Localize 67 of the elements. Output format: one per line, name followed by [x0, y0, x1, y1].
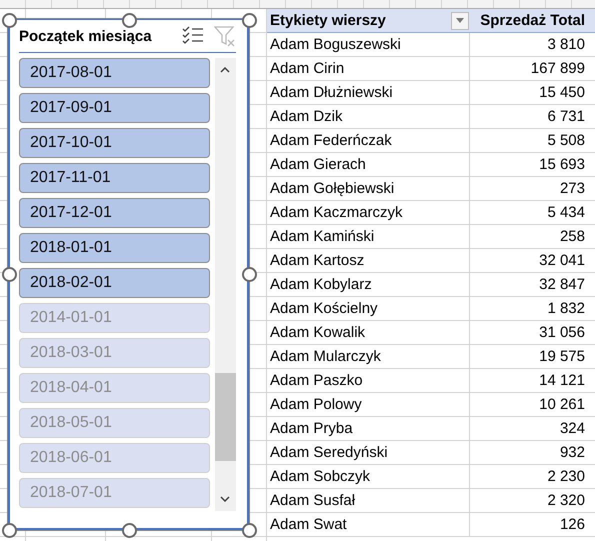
table-cell: 32 847: [539, 276, 585, 293]
slicer-item[interactable]: 2017-12-01: [19, 198, 210, 228]
table-cell: Adam Kamiński: [270, 228, 374, 245]
slicer-item[interactable]: 2018-01-01: [19, 233, 210, 263]
table-cell: Adam Cirin: [270, 60, 344, 77]
resize-handle[interactable]: [122, 13, 137, 28]
table-cell: Adam Kościelny: [270, 300, 378, 317]
scrollbar-thumb[interactable]: [215, 373, 236, 461]
resize-handle[interactable]: [2, 13, 17, 28]
table-cell: Adam Gierach: [270, 156, 366, 173]
table-cell: 126: [560, 516, 585, 533]
table-cell: Adam Federńczak: [270, 132, 392, 149]
table-cell: Adam Kobylarz: [270, 276, 372, 293]
multi-select-icon[interactable]: [182, 26, 204, 46]
table-cell: 15 450: [539, 84, 585, 101]
filter-dropdown-button[interactable]: [451, 12, 469, 30]
table-cell: 6 731: [547, 108, 585, 125]
table-cell: 932: [560, 444, 585, 461]
column-header: Sprzedaż Total: [479, 11, 586, 31]
resize-handle[interactable]: [2, 267, 17, 282]
resize-handle[interactable]: [242, 13, 257, 28]
table-cell: Adam Seredyński: [270, 444, 388, 461]
table-cell: 31 056: [539, 324, 585, 341]
table-cell: Adam Kowalik: [270, 324, 366, 341]
table-cell: 2 230: [547, 468, 585, 485]
table-cell: Adam Kartosz: [270, 252, 364, 269]
table-cell: Adam Pryba: [270, 420, 353, 437]
slicer-item[interactable]: 2017-10-01: [19, 128, 210, 158]
table-cell: Adam Paszko: [270, 372, 363, 389]
table-cell: 5 434: [547, 204, 585, 221]
table-cell: 324: [560, 420, 585, 437]
table-cell: Adam Polowy: [270, 396, 362, 413]
table-cell: 14 121: [539, 372, 585, 389]
table-cell: Adam Mularczyk: [270, 348, 381, 365]
table-cell: Adam Boguszewski: [270, 36, 401, 53]
table-cell: 2 320: [547, 492, 585, 509]
resize-handle[interactable]: [122, 523, 137, 538]
caret-icon: [456, 18, 464, 23]
table-cell: Adam Gołębiewski: [270, 180, 394, 197]
resize-handle[interactable]: [242, 523, 257, 538]
table-cell: 19 575: [539, 348, 585, 365]
resize-handle[interactable]: [2, 523, 17, 538]
table-cell: 273: [560, 180, 585, 197]
table-cell: 5 508: [547, 132, 585, 149]
resize-handle[interactable]: [242, 267, 257, 282]
table-cell: 3 810: [547, 36, 585, 53]
table-cell: Adam Sobczyk: [270, 468, 370, 485]
scroll-up-icon[interactable]: [220, 67, 230, 73]
table-cell: 10 261: [539, 396, 585, 413]
table-cell: 258: [560, 228, 585, 245]
table-cell: Adam Susfał: [270, 492, 356, 509]
slicer-item[interactable]: 2017-11-01: [19, 163, 210, 193]
slicer-item[interactable]: 2017-09-01: [19, 93, 210, 123]
table-cell: Adam Dłużniewski: [270, 84, 393, 101]
table-cell: 15 693: [539, 156, 585, 173]
slicer-item[interactable]: 2018-02-01: [19, 268, 210, 298]
scrollbar[interactable]: [215, 58, 236, 511]
slicer-item[interactable]: 2017-08-01: [19, 58, 210, 88]
table-cell: 32 041: [539, 252, 585, 269]
table-cell: Adam Kaczmarczyk: [270, 204, 403, 221]
table-cell: 167 899: [530, 60, 585, 77]
column-header: Etykiety wierszy: [270, 12, 386, 29]
slicer-title: Początek miesiąca: [19, 28, 153, 44]
table-cell: 1 832: [547, 300, 585, 317]
table-cell: Adam Dzik: [270, 108, 343, 125]
scroll-down-icon[interactable]: [220, 496, 230, 502]
table-cell: Adam Swat: [270, 516, 347, 533]
